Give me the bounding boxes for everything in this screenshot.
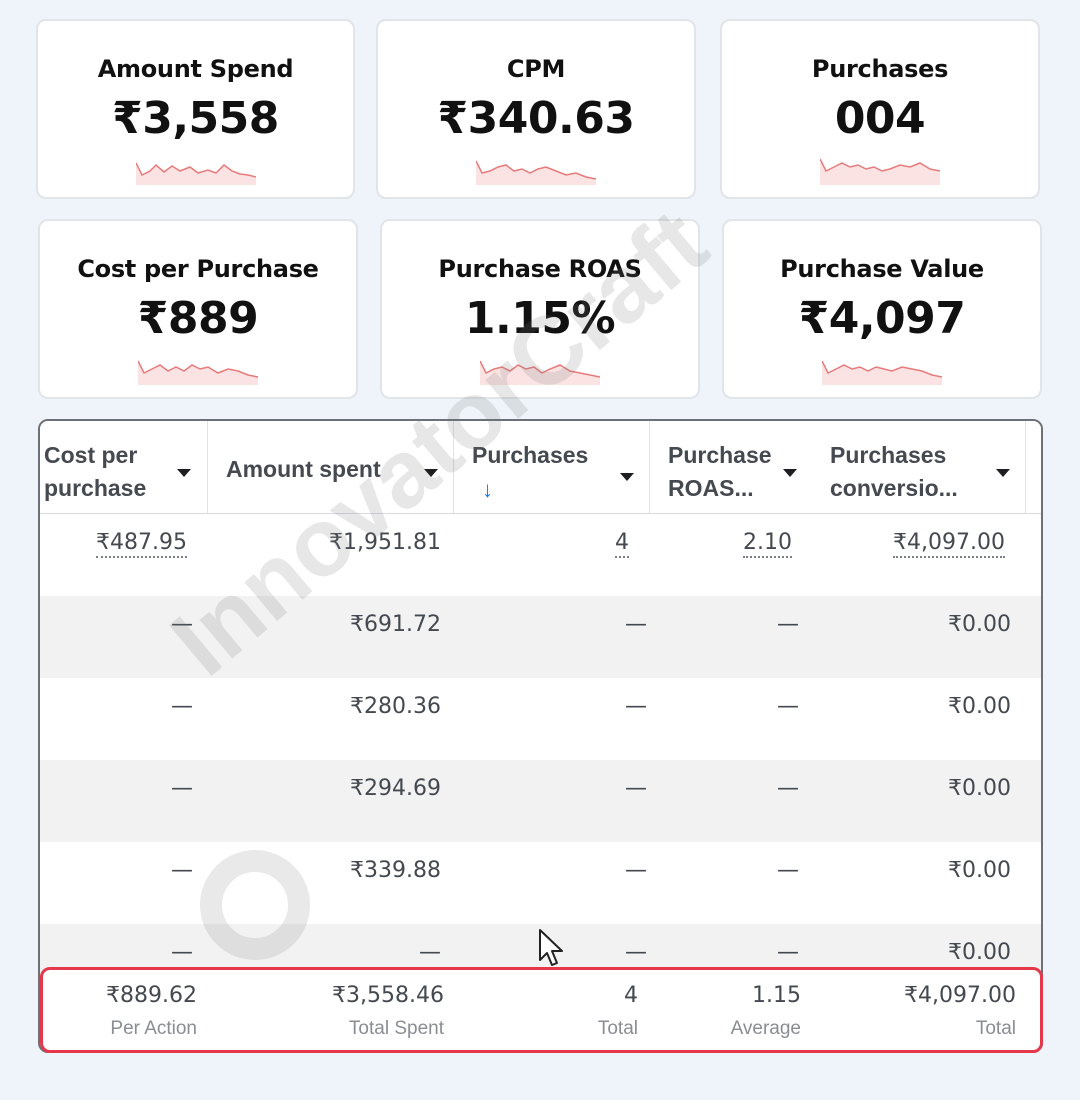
sparkline-icon	[480, 360, 600, 385]
summary-label: Total	[597, 1018, 638, 1039]
caret-down-icon[interactable]	[996, 469, 1010, 477]
cell-amount-spent: ₹691.72	[350, 612, 441, 637]
summary-label: Per Action	[110, 1018, 197, 1039]
cell-amount-spent: ₹1,951.81	[329, 530, 441, 555]
kpi-card-purchases: Purchases 004	[720, 19, 1040, 199]
cell-amount-spent: —	[419, 940, 441, 965]
column-label: Purchase	[668, 442, 772, 468]
mouse-cursor-icon	[539, 929, 563, 966]
column-header-purchases[interactable]: Purchases ↓	[454, 421, 650, 513]
table-row[interactable]: ₹487.95 ₹1,951.81 4 2.10 ₹4,097.00	[40, 514, 1041, 596]
column-label: Purchases	[830, 442, 947, 468]
cell-purchase-roas[interactable]: 2.10	[743, 530, 792, 558]
summary-value-cost-per-purchase: ₹889.62	[106, 983, 197, 1008]
cell-purchases: —	[625, 858, 647, 883]
sort-descending-icon[interactable]: ↓	[482, 473, 493, 506]
cell-purchases-conversion: ₹0.00	[948, 940, 1011, 965]
cell-purchases: —	[625, 694, 647, 719]
sparkline-icon	[135, 162, 256, 185]
table-row[interactable]: — ₹691.72 — — ₹0.00	[40, 596, 1041, 678]
cell-purchase-roas: —	[777, 858, 799, 883]
caret-down-icon[interactable]	[783, 469, 797, 477]
cell-amount-spent: ₹280.36	[350, 694, 441, 719]
column-label: Amount spent	[226, 456, 381, 482]
column-header-purchases-conversion[interactable]: Purchases conversio...	[810, 421, 1026, 513]
cell-cost-per-purchase: —	[171, 694, 193, 719]
cell-purchases-conversion[interactable]: ₹4,097.00	[893, 530, 1005, 558]
caret-down-icon[interactable]	[424, 469, 438, 477]
table-row[interactable]: — ₹294.69 — — ₹0.00	[40, 760, 1041, 842]
cell-purchases-conversion: ₹0.00	[948, 694, 1011, 719]
table-row[interactable]: — ₹339.88 — — ₹0.00	[40, 842, 1041, 924]
column-label: Cost per	[44, 442, 138, 468]
cell-amount-spent: ₹339.88	[350, 858, 441, 883]
table-header: Cost per purchase Amount spent Purchases…	[40, 421, 1041, 514]
cell-cost-per-purchase: —	[171, 776, 193, 801]
kpi-title: Purchase Value	[780, 255, 984, 283]
kpi-value: ₹889	[137, 293, 259, 344]
summary-value-purchases-conversion: ₹4,097.00	[904, 983, 1016, 1008]
summary-label: Average	[730, 1018, 801, 1039]
kpi-title: Cost per Purchase	[77, 255, 319, 283]
column-header-purchase-roas[interactable]: Purchase ROAS...	[650, 421, 810, 513]
cell-cost-per-purchase[interactable]: ₹487.95	[96, 530, 187, 558]
kpi-title: Purchases	[811, 55, 949, 83]
cell-amount-spent: ₹294.69	[350, 776, 441, 801]
column-header-amount-spent[interactable]: Amount spent	[208, 421, 454, 513]
kpi-title: Amount Spend	[97, 55, 294, 83]
watermark-logo-icon	[200, 850, 310, 960]
summary-label: Total	[975, 1018, 1016, 1039]
cell-purchases: —	[625, 940, 647, 965]
summary-value-purchases: 4	[624, 983, 638, 1008]
cell-purchases-conversion: ₹0.00	[948, 612, 1011, 637]
summary-label: Total Spent	[348, 1018, 444, 1039]
kpi-card-amount-spend: Amount Spend ₹3,558	[36, 19, 355, 199]
column-label: ROAS...	[668, 475, 754, 501]
cell-purchases: —	[625, 776, 647, 801]
cell-purchases: —	[625, 612, 647, 637]
kpi-title: CPM	[506, 55, 566, 83]
sparkline-icon	[138, 360, 258, 385]
kpi-value: ₹340.63	[437, 93, 635, 144]
cell-cost-per-purchase: —	[171, 858, 193, 883]
kpi-card-cpm: CPM ₹340.63	[376, 19, 696, 199]
sparkline-icon	[822, 360, 942, 385]
cell-cost-per-purchase: —	[171, 612, 193, 637]
cell-purchase-roas: —	[777, 612, 799, 637]
cell-cost-per-purchase: —	[171, 940, 193, 965]
kpi-card-purchase-value: Purchase Value ₹4,097	[722, 219, 1042, 399]
column-header-cost-per-purchase[interactable]: Cost per purchase	[40, 421, 208, 513]
cell-purchase-roas: —	[777, 694, 799, 719]
caret-down-icon[interactable]	[177, 469, 191, 477]
kpi-value: 004	[834, 93, 926, 144]
cell-purchase-roas: —	[777, 940, 799, 965]
column-label: purchase	[44, 475, 147, 501]
caret-down-icon[interactable]	[620, 473, 634, 481]
sparkline-icon	[820, 158, 940, 185]
kpi-value: ₹4,097	[798, 293, 966, 344]
kpi-title: Purchase ROAS	[438, 255, 642, 283]
cell-purchases-conversion: ₹0.00	[948, 858, 1011, 883]
column-label: Purchases	[472, 442, 589, 468]
cell-purchase-roas: —	[777, 776, 799, 801]
kpi-card-cost-per-purchase: Cost per Purchase ₹889	[38, 219, 358, 399]
sparkline-icon	[476, 160, 596, 185]
cell-purchases[interactable]: 4	[615, 530, 629, 558]
cell-purchases-conversion: ₹0.00	[948, 776, 1011, 801]
kpi-value: ₹3,558	[112, 93, 279, 144]
kpi-value: 1.15%	[464, 293, 616, 344]
summary-value-purchase-roas: 1.15	[752, 983, 801, 1008]
column-label: conversio...	[830, 475, 958, 501]
table-row[interactable]: — ₹280.36 — — ₹0.00	[40, 678, 1041, 760]
table-summary-row: ₹889.62 Per Action ₹3,558.46 Total Spent…	[40, 967, 1043, 1053]
summary-value-amount-spent: ₹3,558.46	[332, 983, 444, 1008]
kpi-card-purchase-roas: Purchase ROAS 1.15%	[380, 219, 700, 399]
